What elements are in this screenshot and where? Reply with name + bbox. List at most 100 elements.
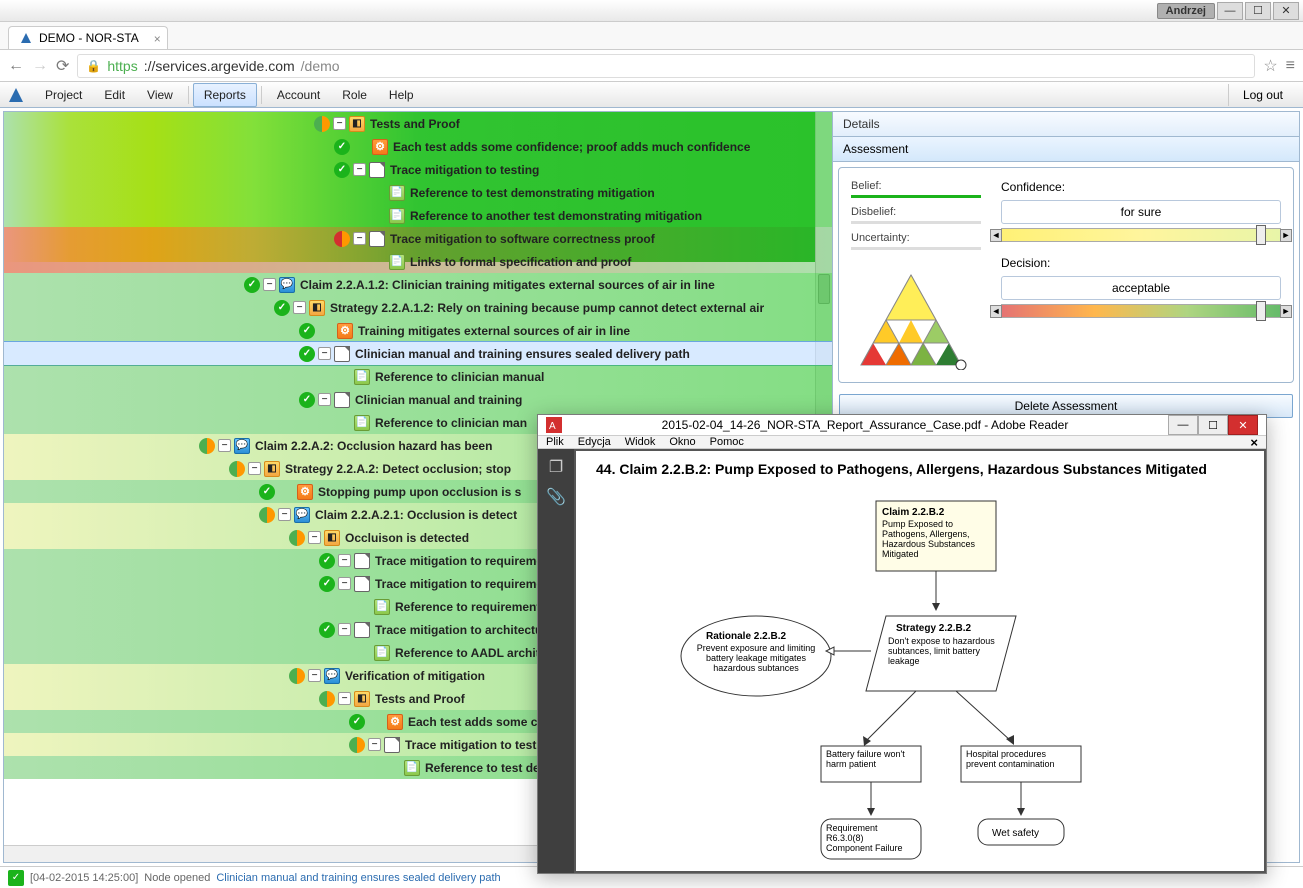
- tree-row[interactable]: −◧Tests and Proof: [4, 112, 832, 135]
- reload-icon[interactable]: ⟳: [56, 56, 69, 76]
- tree-label: Trace mitigation to architectu: [375, 623, 542, 637]
- slider-thumb[interactable]: [1256, 225, 1266, 245]
- pdf-menu-edit[interactable]: Edycja: [578, 436, 611, 448]
- pdf-titlebar[interactable]: A 2015-02-04_14-26_NOR-STA_Report_Assura…: [538, 415, 1266, 436]
- pdf-menu-view[interactable]: Widok: [625, 436, 656, 448]
- document-icon: [369, 162, 385, 178]
- reference-icon: 📄: [354, 415, 370, 431]
- tree-row[interactable]: ✓⚙Each test adds some confidence; proof …: [4, 135, 832, 158]
- tree-label: Trace mitigation to requireme: [375, 577, 543, 591]
- collapse-icon[interactable]: −: [218, 439, 231, 452]
- slider-left-icon[interactable]: ◄: [990, 229, 1002, 242]
- pdf-thumbnails-icon[interactable]: ❐: [549, 457, 563, 477]
- status-ok-icon: ✓: [334, 162, 350, 178]
- decision-value[interactable]: acceptable: [1001, 276, 1281, 300]
- collapse-icon[interactable]: −: [333, 117, 346, 130]
- tree-label: Occluison is detected: [345, 531, 469, 545]
- svg-text:Strategy 2.2.B.2: Strategy 2.2.B.2: [896, 623, 971, 634]
- collapse-icon[interactable]: −: [368, 738, 381, 751]
- menu-project[interactable]: Project: [34, 83, 93, 107]
- collapse-icon[interactable]: −: [293, 301, 306, 314]
- tree-row[interactable]: 📄Reference to clinician manual: [4, 365, 832, 388]
- menu-reports[interactable]: Reports: [193, 83, 257, 107]
- back-icon[interactable]: ←: [8, 57, 24, 75]
- menu-account[interactable]: Account: [266, 83, 331, 107]
- collapse-icon[interactable]: −: [308, 531, 321, 544]
- tree-label: Verification of mitigation: [345, 669, 485, 683]
- collapse-icon[interactable]: −: [353, 163, 366, 176]
- maximize-button[interactable]: ☐: [1245, 2, 1271, 20]
- tree-row[interactable]: ✓⚙Training mitigates external sources of…: [4, 319, 832, 342]
- collapse-icon[interactable]: −: [338, 577, 351, 590]
- pdf-heading: 44. Claim 2.2.B.2: Pump Exposed to Patho…: [596, 461, 1244, 477]
- logout-button[interactable]: Log out: [1228, 84, 1297, 106]
- collapse-icon[interactable]: −: [278, 508, 291, 521]
- tree-row[interactable]: 📄Reference to test demonstrating mitigat…: [4, 181, 832, 204]
- pdf-menu-window[interactable]: Okno: [669, 436, 695, 448]
- collapse-icon[interactable]: −: [338, 554, 351, 567]
- collapse-icon[interactable]: −: [318, 393, 331, 406]
- collapse-icon[interactable]: −: [338, 692, 351, 705]
- tab-close-icon[interactable]: ×: [154, 32, 161, 46]
- menu-edit[interactable]: Edit: [93, 83, 136, 107]
- collapse-icon[interactable]: −: [263, 278, 276, 291]
- uncertainty-label: Uncertainty:: [851, 232, 910, 244]
- collapse-icon[interactable]: −: [248, 462, 261, 475]
- tree-row[interactable]: ✓−💬Claim 2.2.A.1.2: Clinician training m…: [4, 273, 832, 296]
- document-icon: [334, 392, 350, 408]
- status-warn-icon: [334, 231, 350, 247]
- menu-view[interactable]: View: [136, 83, 184, 107]
- pdf-close-button[interactable]: ✕: [1228, 415, 1258, 435]
- claim-icon: 💬: [234, 438, 250, 454]
- status-link[interactable]: Clinician manual and training ensures se…: [216, 872, 500, 884]
- tree-row[interactable]: 📄Reference to another test demonstrating…: [4, 204, 832, 227]
- confidence-slider[interactable]: ◄ ►: [1001, 228, 1281, 242]
- collapse-icon[interactable]: −: [353, 232, 366, 245]
- confidence-value[interactable]: for sure: [1001, 200, 1281, 224]
- tree-label: Claim 2.2.A.2: Occlusion hazard has been: [255, 439, 492, 453]
- tree-row[interactable]: ✓−◧Strategy 2.2.A.1.2: Rely on training …: [4, 296, 832, 319]
- tree-row[interactable]: ✓−Trace mitigation to testing: [4, 158, 832, 181]
- pdf-page[interactable]: 44. Claim 2.2.B.2: Pump Exposed to Patho…: [576, 451, 1264, 871]
- browser-tab[interactable]: DEMO - NOR-STA ×: [8, 26, 168, 49]
- decision-slider[interactable]: ◄ ►: [1001, 304, 1281, 318]
- menu-icon[interactable]: ≡: [1286, 57, 1295, 75]
- tree-row[interactable]: 📄Links to formal specification and proof: [4, 250, 832, 273]
- slider-left-icon[interactable]: ◄: [990, 305, 1002, 318]
- menu-help[interactable]: Help: [378, 83, 425, 107]
- pdf-menu-file[interactable]: Plik: [546, 436, 564, 448]
- pdf-title: 2015-02-04_14-26_NOR-STA_Report_Assuranc…: [570, 418, 1160, 432]
- strategy-icon: ◧: [309, 300, 325, 316]
- url-bar[interactable]: 🔒 https://services.argevide.com/demo: [77, 54, 1255, 78]
- disbelief-label: Disbelief:: [851, 206, 896, 218]
- tree-row[interactable]: ✓−Clinician manual and training: [4, 388, 832, 411]
- close-button[interactable]: ✕: [1273, 2, 1299, 20]
- pdf-body: ❐ 📎 44. Claim 2.2.B.2: Pump Exposed to P…: [538, 449, 1266, 873]
- strategy-icon: ◧: [349, 116, 365, 132]
- pdf-diagram: Claim 2.2.B.2 Pump Exposed to Pathogens,…: [596, 491, 1236, 861]
- status-partial-icon: [229, 461, 245, 477]
- slider-right-icon[interactable]: ►: [1280, 229, 1292, 242]
- slider-right-icon[interactable]: ►: [1280, 305, 1292, 318]
- menu-role[interactable]: Role: [331, 83, 378, 107]
- minimize-button[interactable]: —: [1217, 2, 1243, 20]
- pdf-minimize-button[interactable]: —: [1168, 415, 1198, 435]
- pdf-attachments-icon[interactable]: 📎: [546, 487, 566, 507]
- slider-thumb[interactable]: [1256, 301, 1266, 321]
- collapse-icon[interactable]: −: [318, 347, 331, 360]
- pdf-window[interactable]: A 2015-02-04_14-26_NOR-STA_Report_Assura…: [537, 414, 1267, 874]
- bookmark-icon[interactable]: ☆: [1263, 56, 1277, 76]
- collapse-icon[interactable]: −: [338, 623, 351, 636]
- forward-icon[interactable]: →: [32, 57, 48, 75]
- pdf-maximize-button[interactable]: ☐: [1198, 415, 1228, 435]
- pdf-menu-help[interactable]: Pomoc: [710, 436, 744, 448]
- status-partial-icon: [349, 737, 365, 753]
- url-path: /demo: [301, 58, 340, 74]
- pdf-menubar-close-icon[interactable]: ×: [1250, 435, 1258, 450]
- tree-row[interactable]: ✓−Clinician manual and training ensures …: [4, 342, 832, 365]
- document-icon: [354, 576, 370, 592]
- tree-row[interactable]: −Trace mitigation to software correctnes…: [4, 227, 832, 250]
- collapse-icon[interactable]: −: [308, 669, 321, 682]
- app-logo-icon: [6, 85, 26, 105]
- details-header: Details: [833, 112, 1299, 137]
